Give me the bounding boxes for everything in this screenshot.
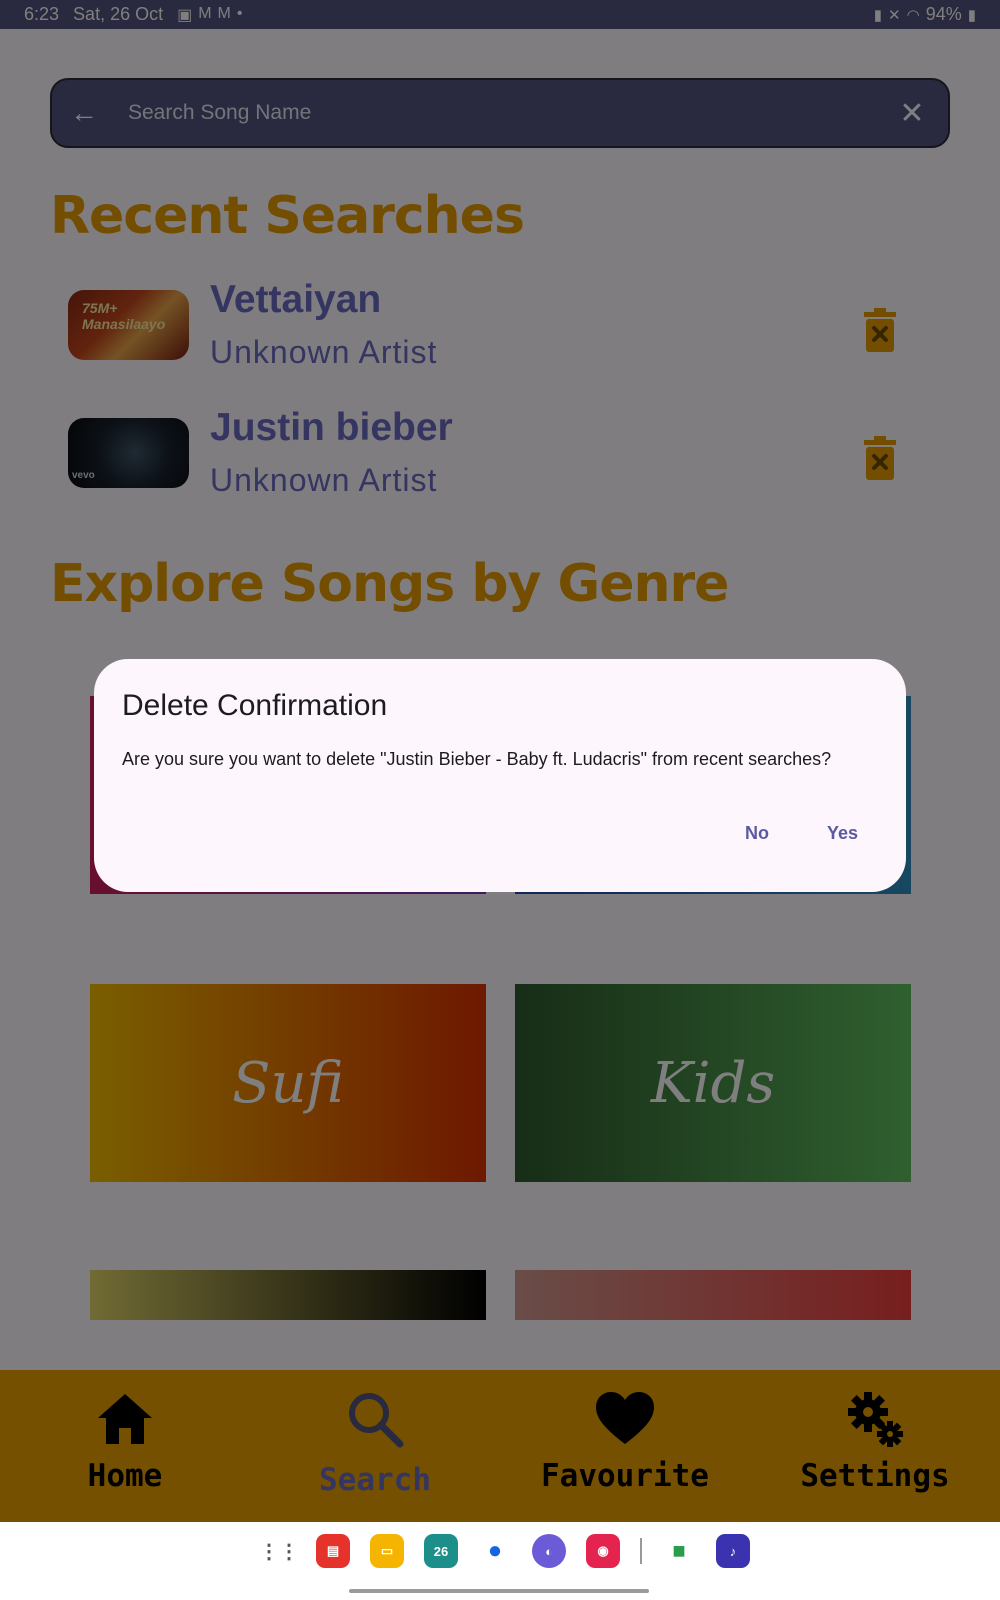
apps-grid-icon[interactable]: ⋮⋮ xyxy=(259,1534,299,1568)
dialog-title: Delete Confirmation xyxy=(122,689,388,722)
camera-app-icon[interactable]: ◉ xyxy=(586,1534,620,1568)
dialog-actions: No Yes xyxy=(735,819,868,848)
music-app-icon[interactable]: ♪ xyxy=(716,1534,750,1568)
no-button[interactable]: No xyxy=(735,819,779,848)
yes-button[interactable]: Yes xyxy=(817,819,868,848)
calendar-day: 26 xyxy=(433,1543,449,1559)
messages-app-icon[interactable]: ● xyxy=(478,1534,512,1568)
dialog-message: Are you sure you want to delete "Justin … xyxy=(122,749,832,769)
meet-app-icon[interactable]: ■ xyxy=(662,1534,696,1568)
dock-divider xyxy=(640,1538,642,1564)
delete-confirmation-dialog: Delete Confirmation Are you sure you wan… xyxy=(94,659,906,892)
notes-app-icon[interactable]: ▤ xyxy=(316,1534,350,1568)
internet-app-icon[interactable]: ◐ xyxy=(532,1534,566,1568)
calendar-app-icon[interactable]: 26 xyxy=(424,1534,458,1568)
files-app-icon[interactable]: ▭ xyxy=(370,1534,404,1568)
taskbar: ⋮⋮ ▤ ▭ 26 ● ◐ ◉ ■ ♪ xyxy=(0,1522,1000,1600)
home-indicator[interactable] xyxy=(349,1589,649,1593)
app-dock: ⋮⋮ ▤ ▭ 26 ● ◐ ◉ ■ ♪ xyxy=(259,1534,750,1568)
